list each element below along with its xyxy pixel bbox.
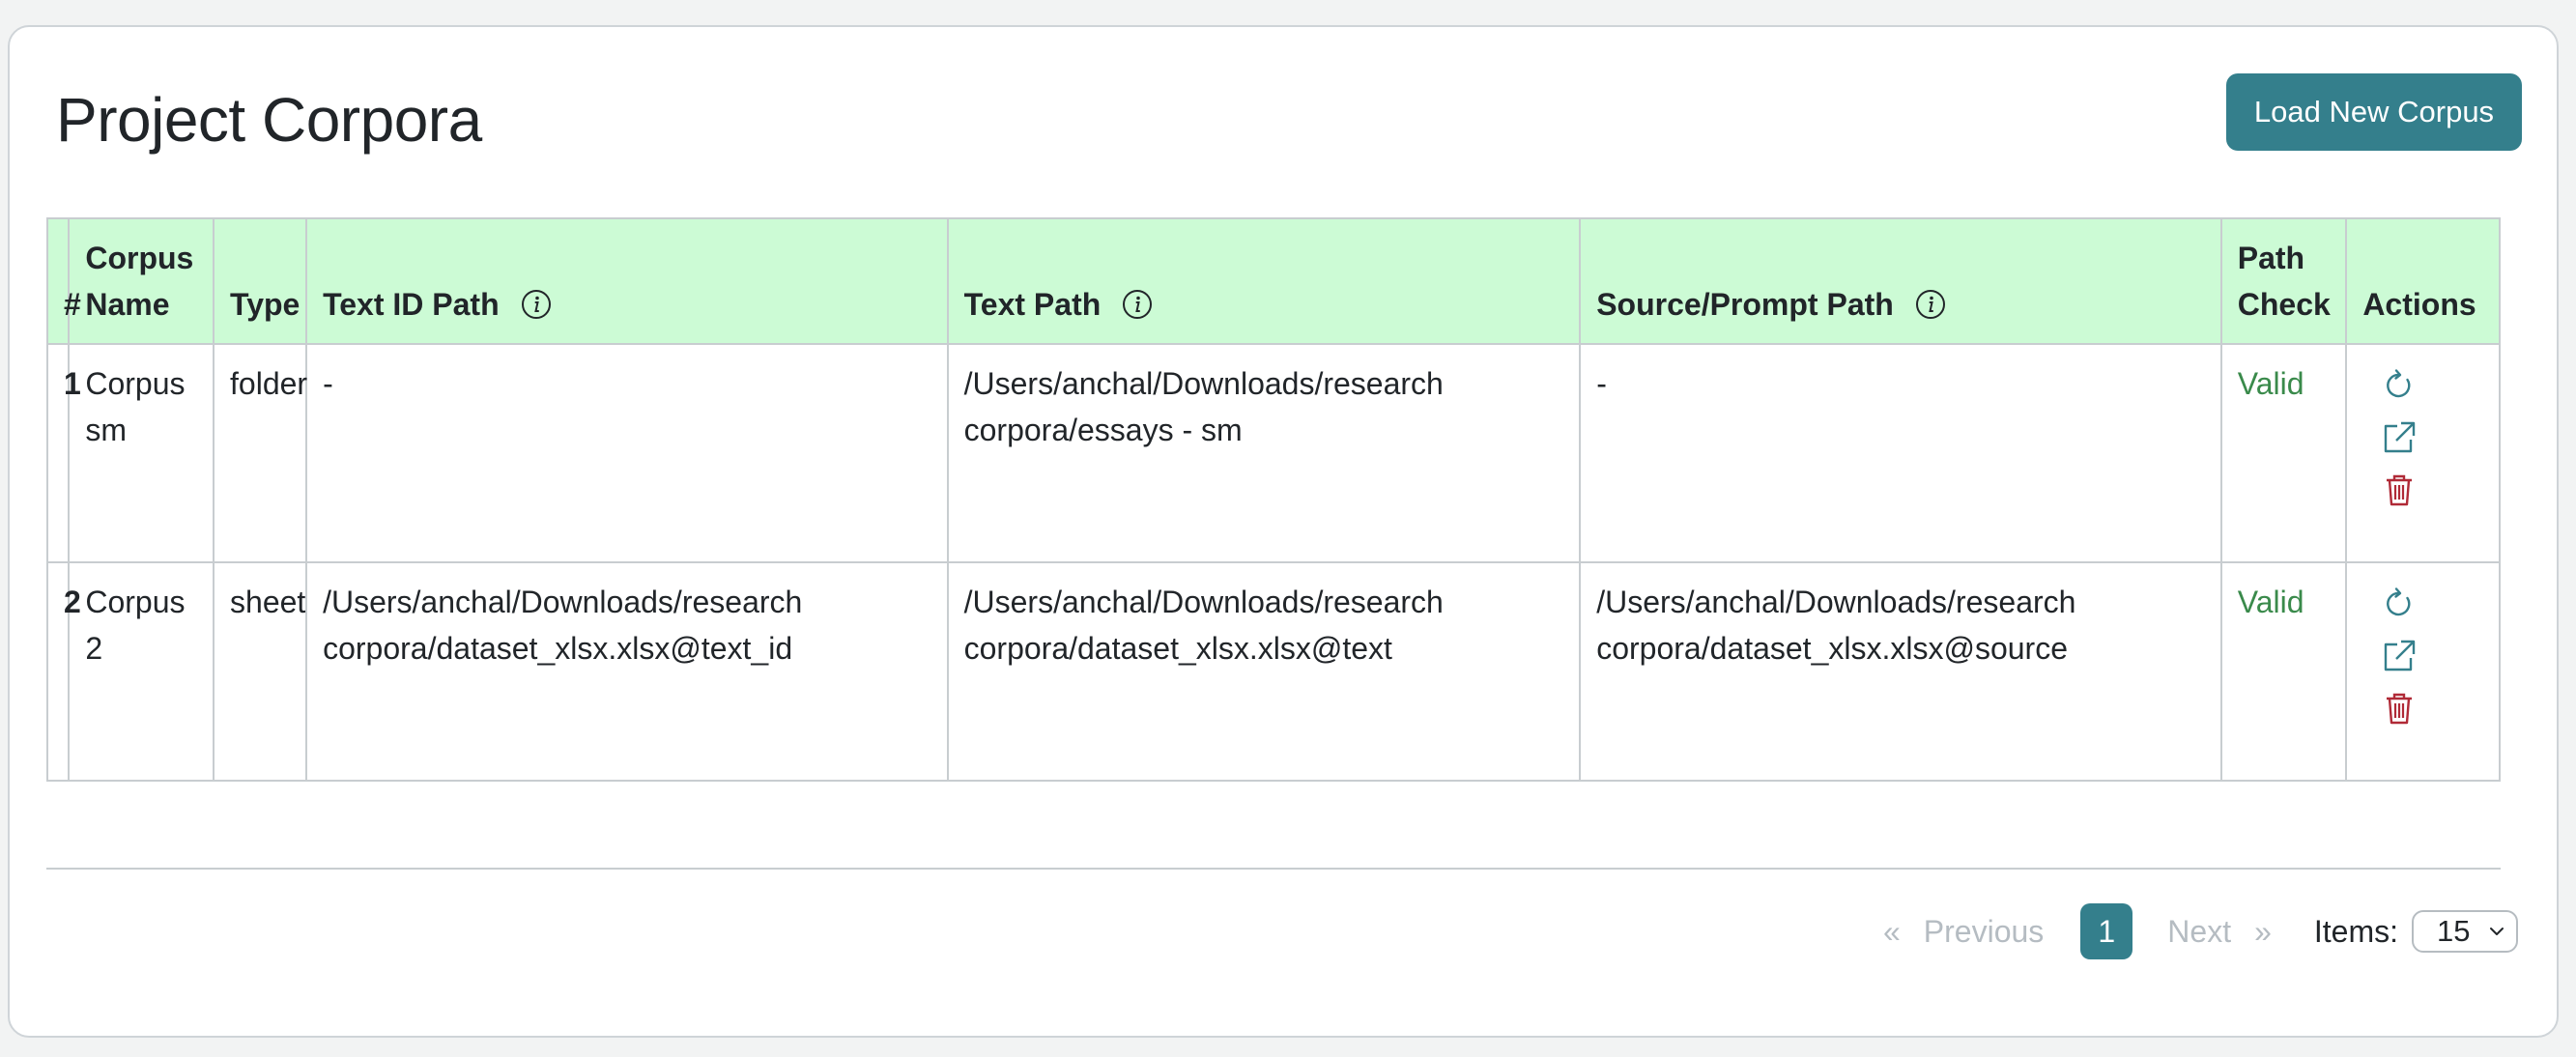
header-source-path: Source/Prompt Path (1579, 217, 2222, 345)
header-num: # (45, 217, 81, 345)
text-path-cell: /Users/anchal/Downloads/research corpora… (946, 561, 1582, 782)
previous-page-link[interactable]: « Previous (1883, 914, 2044, 950)
refresh-icon[interactable] (2380, 585, 2419, 623)
info-icon[interactable] (521, 289, 552, 320)
source-path-cell: - (1579, 343, 2222, 563)
corpus-name-cell: Corpus 2 (68, 561, 215, 782)
type-cell: sheet (213, 561, 308, 782)
header-type: Type (213, 217, 308, 345)
row-number: 2 (45, 561, 81, 782)
external-link-icon[interactable] (2380, 418, 2419, 457)
header-path-check: Path Check (2219, 217, 2348, 345)
load-new-corpus-button[interactable]: Load New Corpus (2226, 73, 2522, 151)
type-cell: folder (213, 343, 308, 563)
source-path-cell: /Users/anchal/Downloads/research corpora… (1579, 561, 2222, 782)
chevron-down-icon (2490, 928, 2504, 935)
header-text-path-label: Text Path (963, 287, 1102, 322)
external-link-icon[interactable] (2380, 637, 2419, 675)
items-per-page-value: 15 (2437, 914, 2471, 948)
path-check-cell: Valid (2219, 343, 2348, 563)
table-header-row: # Corpus Name Type Text ID Path Text Pat… (45, 217, 2501, 345)
row-number: 1 (45, 343, 81, 563)
actions-cell (2345, 561, 2501, 782)
header-corpus-name: Corpus Name (68, 217, 215, 345)
text-path-cell: /Users/anchal/Downloads/research corpora… (946, 343, 1582, 563)
corpus-name-cell: Corpus sm (68, 343, 215, 563)
header-actions: Actions (2345, 217, 2501, 345)
items-per-page-label: Items: (2313, 913, 2398, 949)
path-check-cell: Valid (2219, 561, 2348, 782)
divider (46, 868, 2501, 870)
pagination: « Previous 1 Next » Items: 15 (1883, 902, 2518, 960)
next-page-link[interactable]: Next » (2167, 914, 2272, 950)
previous-label: Previous (1923, 913, 2045, 949)
header-text-id-path-label: Text ID Path (323, 287, 500, 322)
page-title: Project Corpora (56, 85, 482, 155)
prev-arrow: « (1882, 913, 1901, 949)
actions-cell (2345, 343, 2501, 563)
table-row: 2 Corpus 2 sheet /Users/anchal/Downloads… (45, 561, 2501, 782)
text-id-path-cell: - (305, 343, 949, 563)
corpora-table: # Corpus Name Type Text ID Path Text Pat… (45, 217, 2501, 782)
header-text-path: Text Path (946, 217, 1582, 345)
header-source-path-label: Source/Prompt Path (1596, 287, 1894, 322)
items-per-page-select[interactable]: 15 (2412, 910, 2518, 953)
info-icon[interactable] (1915, 289, 1946, 320)
text-id-path-cell: /Users/anchal/Downloads/research corpora… (305, 561, 949, 782)
page-1-button[interactable]: 1 (2080, 903, 2133, 959)
refresh-icon[interactable] (2380, 366, 2419, 405)
trash-icon[interactable] (2380, 471, 2419, 509)
trash-icon[interactable] (2380, 689, 2419, 728)
table-row: 1 Corpus sm folder - /Users/anchal/Downl… (45, 343, 2501, 563)
next-arrow: » (2254, 913, 2272, 949)
header-text-id-path: Text ID Path (305, 217, 949, 345)
info-icon[interactable] (1122, 289, 1153, 320)
next-label: Next (2167, 913, 2232, 949)
